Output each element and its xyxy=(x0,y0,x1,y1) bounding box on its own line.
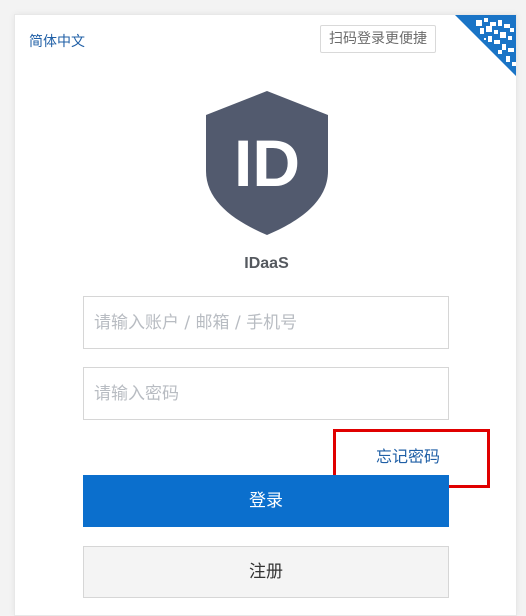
qr-code-icon[interactable] xyxy=(454,14,517,78)
forgot-password-link[interactable]: 忘记密码 xyxy=(376,443,440,467)
login-button[interactable]: 登录 xyxy=(83,475,449,527)
login-card: 简体中文 扫码登录更便捷 ID IDaaS 请输入账户 / 邮箱 / 手机号 忘… xyxy=(14,14,517,616)
app-name: IDaaS xyxy=(244,255,289,272)
id-shield-logo: ID xyxy=(206,91,328,235)
qr-login-tooltip: 扫码登录更便捷 xyxy=(320,25,436,53)
register-button[interactable]: 注册 xyxy=(83,546,449,598)
logo-text: ID xyxy=(234,126,300,200)
account-input[interactable] xyxy=(83,296,449,349)
language-switch-link[interactable]: 简体中文 xyxy=(29,31,85,51)
password-input[interactable] xyxy=(83,367,449,420)
